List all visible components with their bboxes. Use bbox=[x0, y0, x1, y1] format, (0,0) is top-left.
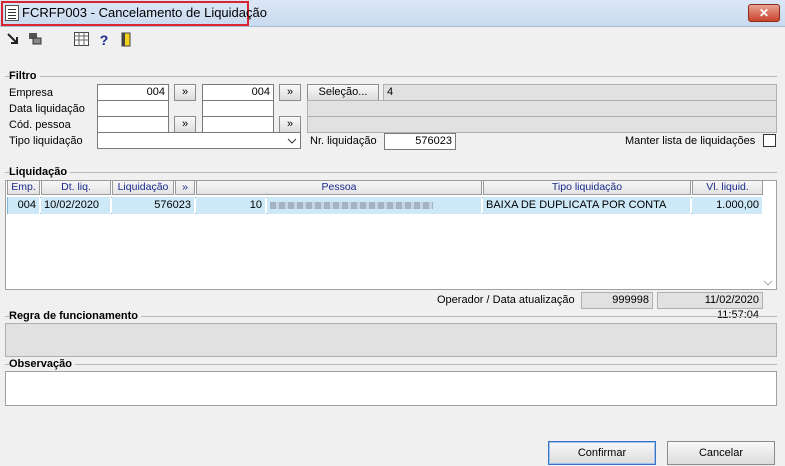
col-dt-liq[interactable]: Dt. liq. bbox=[41, 180, 111, 195]
observacao-section-title: Observação bbox=[9, 358, 75, 370]
cancelar-button[interactable]: Cancelar bbox=[667, 441, 775, 465]
nr-liquidacao-input[interactable]: 576023 bbox=[384, 133, 456, 150]
scroll-down-icon[interactable] bbox=[763, 278, 773, 290]
cod-pessoa-label: Cód. pessoa bbox=[9, 119, 71, 131]
cod-pessoa-range-button[interactable]: » bbox=[174, 116, 196, 133]
row-emp: 004 bbox=[8, 197, 40, 214]
confirmar-button[interactable]: Confirmar bbox=[548, 441, 656, 465]
exit-icon[interactable] bbox=[119, 32, 135, 48]
empresa-to-range-button[interactable]: » bbox=[279, 84, 301, 101]
grid-icon[interactable] bbox=[73, 32, 89, 48]
data-liquidacao-readonly bbox=[307, 100, 777, 117]
selecao-button[interactable]: Seleção... bbox=[307, 84, 379, 101]
row-dt-liq: 10/02/2020 bbox=[41, 197, 111, 214]
data-liquidacao-to-input[interactable] bbox=[202, 100, 274, 117]
empresa-label: Empresa bbox=[9, 87, 54, 99]
col-vl-liquid[interactable]: Vl. liquid. bbox=[692, 180, 763, 195]
filtro-section-title: Filtro bbox=[9, 70, 40, 82]
empresa-from-input[interactable]: 004 bbox=[97, 84, 169, 101]
cod-pessoa-from-input[interactable] bbox=[97, 116, 169, 133]
tipo-liquidacao-select[interactable] bbox=[97, 132, 301, 149]
data-liquidacao-from-input[interactable] bbox=[97, 100, 169, 117]
layers-icon[interactable] bbox=[27, 32, 43, 48]
col-tipo-liquidacao[interactable]: Tipo liquidação bbox=[483, 180, 691, 195]
regra-text bbox=[5, 323, 777, 357]
row-vl-liquid: 1.000,00 bbox=[692, 197, 763, 214]
manter-lista-checkbox[interactable] bbox=[763, 134, 776, 147]
chevron-down-icon bbox=[287, 133, 297, 153]
selecao-value: 4 bbox=[383, 84, 777, 101]
data-liquidacao-label: Data liquidação bbox=[9, 103, 85, 115]
col-emp[interactable]: Emp. bbox=[7, 180, 40, 195]
arrow-icon[interactable] bbox=[5, 32, 21, 48]
app-icon bbox=[5, 5, 19, 21]
observacao-textarea[interactable] bbox=[5, 371, 777, 406]
manter-lista-label: Manter lista de liquidações bbox=[625, 135, 756, 147]
help-icon[interactable]: ? bbox=[96, 32, 112, 48]
window-title: FCRFP003 - Cancelamento de Liquidação bbox=[22, 5, 267, 20]
col-pessoa[interactable]: Pessoa bbox=[196, 180, 482, 195]
cod-pessoa-readonly bbox=[307, 116, 777, 133]
operador-label: Operador / Data atualização bbox=[437, 294, 575, 306]
nr-liquidacao-label: Nr. liquidação bbox=[310, 135, 377, 147]
redacted-name bbox=[270, 202, 433, 209]
regra-section-title: Regra de funcionamento bbox=[9, 310, 141, 322]
col-liquidacao[interactable]: Liquidação bbox=[112, 180, 174, 195]
data-atualizacao-value: 11/02/2020 11:57:04 bbox=[657, 292, 763, 321]
liquidacao-divider bbox=[5, 172, 777, 173]
row-liquidacao: 576023 bbox=[112, 197, 195, 214]
close-button[interactable]: ✕ bbox=[748, 4, 780, 22]
empresa-range-button[interactable]: » bbox=[174, 84, 196, 101]
liquidacao-section-title: Liquidação bbox=[9, 166, 71, 178]
empresa-to-input[interactable]: 004 bbox=[202, 84, 274, 101]
col-expand-button[interactable]: » bbox=[175, 180, 195, 195]
row-pessoa-cod: 10 bbox=[196, 197, 266, 214]
tipo-liquidacao-label: Tipo liquidação bbox=[9, 135, 83, 147]
filtro-divider bbox=[5, 76, 777, 77]
row-tipo-liquidacao: BAIXA DE DUPLICATA POR CONTA bbox=[483, 197, 691, 214]
cod-pessoa-to-range-button[interactable]: » bbox=[279, 116, 301, 133]
observacao-divider bbox=[5, 364, 777, 365]
cod-pessoa-to-input[interactable] bbox=[202, 116, 274, 133]
operador-value: 999998 bbox=[581, 292, 653, 309]
